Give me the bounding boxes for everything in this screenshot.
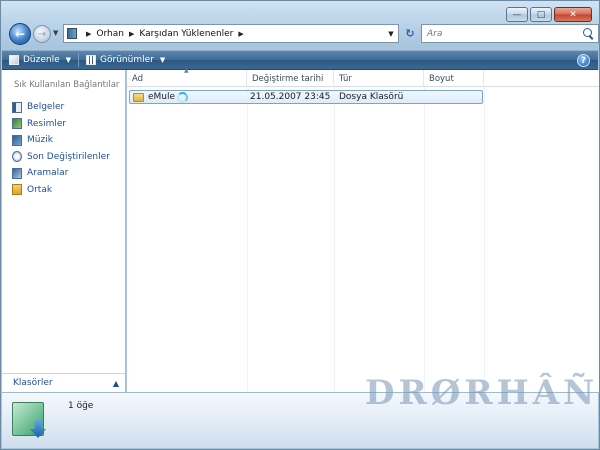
recent-icon [12,151,22,163]
chevron-down-icon: ▼ [65,56,72,64]
views-button[interactable]: Görünümler ▼ [79,50,172,70]
caption-buttons: — □ ✕ [506,7,592,22]
nav-item-label: Aramalar [27,168,69,179]
documents-icon [12,101,22,113]
music-icon [12,134,22,146]
explorer-window: — □ ✕ ← → ▼ ▶ Orhan ▶ Karşıdan Yüklenenl… [0,0,600,450]
organize-button[interactable]: Düzenle ▼ [2,50,78,70]
location-icon [67,28,77,39]
favorite-links-title: Sık Kullanılan Bağlantılar [14,80,120,90]
item-count: 1 öğe [68,401,94,411]
searches-icon [12,167,22,179]
column-label: Boyut [429,73,454,84]
file-name-cell[interactable]: eMule [133,91,189,103]
public-folder-icon [12,184,22,196]
address-row: ← → ▼ ▶ Orhan ▶ Karşıdan Yüklenenler ▶ ▼… [7,23,599,45]
maximize-button[interactable]: □ [530,7,552,22]
back-button[interactable]: ← [9,23,31,45]
chevron-right-icon[interactable]: ▶ [238,30,243,38]
column-header-type[interactable]: Tür [334,70,424,87]
search-icon[interactable] [581,27,595,41]
organize-label: Düzenle [23,55,60,65]
folders-label: Klasörler [13,378,53,388]
column-label: Ad [132,73,144,84]
column-header-name[interactable]: Ad ▲ [127,67,247,87]
file-list: Ad ▲ Değiştirme tarihi Tür Boyut eMule 2… [127,67,599,392]
nav-item-label: Son Değiştirilenler [27,151,110,162]
forward-arrow-icon: → [37,28,47,40]
refresh-button[interactable]: ↻ [401,25,419,42]
search-box[interactable]: Ara [421,24,599,43]
nav-item-recent[interactable]: Son Değiştirilenler [2,149,125,166]
column-headers: Ad ▲ Değiştirme tarihi Tür Boyut [127,67,599,87]
nav-item-music[interactable]: Müzik [2,132,125,149]
nav-item-documents[interactable]: Belgeler [2,99,125,116]
breadcrumb-downloads[interactable]: Karşıdan Yüklenenler [139,29,233,39]
views-icon [86,55,97,65]
close-button[interactable]: ✕ [554,7,592,22]
nav-item-pictures[interactable]: Resimler [2,116,125,133]
file-row[interactable]: eMule 21.05.2007 23:45 Dosya Klasörü [129,90,483,104]
file-type: Dosya Klasörü [339,92,404,102]
help-icon[interactable]: ? [577,54,590,67]
navigation-pane: Sık Kullanılan Bağlantılar Belgeler Resi… [2,70,126,392]
nav-item-label: Belgeler [27,102,65,113]
sort-up-icon: ▲ [184,67,189,74]
column-divider [334,87,335,392]
column-divider [424,87,425,392]
address-bar[interactable]: ▶ Orhan ▶ Karşıdan Yüklenenler ▶ ▼ [63,24,399,43]
chevron-up-icon: ▲ [112,378,119,388]
address-dropdown[interactable]: ▼ [384,25,398,42]
column-header-modified[interactable]: Değiştirme tarihi [247,70,334,87]
nav-item-public[interactable]: Ortak [2,182,125,199]
file-name: eMule [148,92,176,102]
nav-item-label: Müzik [27,135,53,146]
column-header-size[interactable]: Boyut [424,70,484,87]
favorite-links-list: Belgeler Resimler Müzik Son Değiştirilen… [2,99,125,198]
pictures-icon [12,118,22,130]
column-divider [247,87,248,392]
nav-item-searches[interactable]: Aramalar [2,165,125,182]
file-modified: 21.05.2007 23:45 [250,92,331,102]
column-label: Tür [339,73,352,84]
forward-button[interactable]: → [33,25,51,43]
column-label: Değiştirme tarihi [252,73,324,84]
views-label: Görünümler [100,55,154,65]
command-toolbar: Düzenle ▼ Görünümler ▼ ? [2,50,598,70]
download-folder-icon [12,398,50,442]
breadcrumb-user[interactable]: Orhan [96,29,124,39]
nav-item-label: Ortak [27,184,53,195]
organize-icon [9,55,19,65]
folder-icon [133,92,144,102]
busy-cursor-icon [177,91,189,103]
folders-toggle[interactable]: Klasörler ▲ [2,373,125,392]
history-dropdown[interactable]: ▼ [53,29,58,37]
nav-item-label: Resimler [27,118,67,129]
chevron-right-icon[interactable]: ▶ [129,30,134,38]
back-arrow-icon: ← [14,27,26,41]
column-divider [484,87,485,392]
chevron-right-icon[interactable]: ▶ [86,30,91,38]
minimize-button[interactable]: — [506,7,528,22]
chevron-down-icon: ▼ [159,56,166,64]
search-input[interactable]: Ara [427,29,581,39]
watermark-logo: DRØRHÂÑ [365,373,599,413]
refresh-icon: ↻ [405,27,415,40]
